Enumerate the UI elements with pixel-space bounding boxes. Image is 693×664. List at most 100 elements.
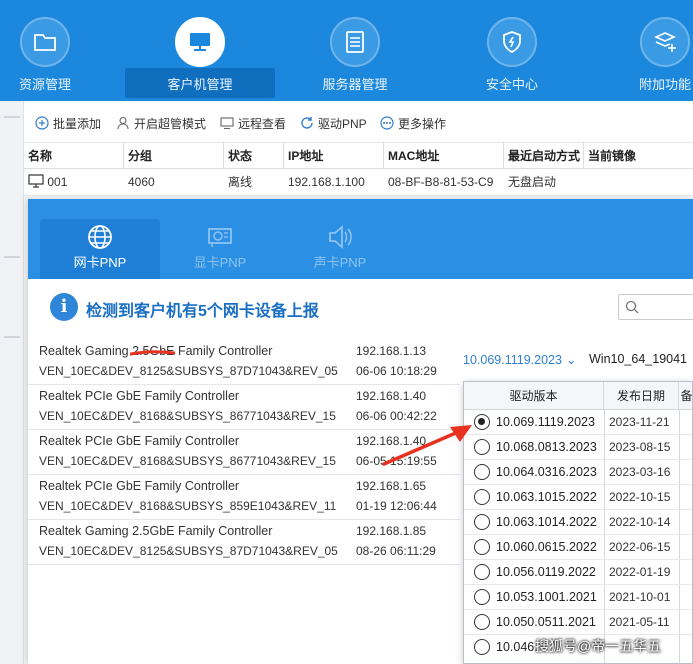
nic-name: Realtek PCIe GbE Family Controller xyxy=(39,389,240,403)
list-item[interactable]: Realtek Gaming 2.5GbE Family Controller … xyxy=(28,340,460,385)
super-mode-button[interactable]: 开启超管模式 xyxy=(116,115,206,132)
table-row[interactable]: 001 4060 离线 192.168.1.100 08-BF-B8-81-53… xyxy=(24,169,693,196)
layers-plus-icon xyxy=(640,17,690,67)
monitor-icon xyxy=(28,174,44,188)
version-number: 10.060.0615.2022 xyxy=(496,540,597,554)
nic-name: Realtek PCIe GbE Family Controller xyxy=(39,479,240,493)
tab-gpu-pnp[interactable]: 显卡PNP xyxy=(160,219,280,279)
user-icon xyxy=(117,116,129,130)
version-option[interactable]: 10.063.1015.2022 2022-10-15 xyxy=(464,485,692,510)
red-underline-annotation xyxy=(130,350,175,356)
nav-resource-management[interactable]: 资源管理 xyxy=(0,0,100,101)
version-option[interactable]: 10.068.0813.2023 2023-08-15 xyxy=(464,435,692,460)
nic-ip: 192.168.1.13 xyxy=(356,344,427,358)
radio-button[interactable] xyxy=(474,539,490,555)
os-version: Win10_64_19041 xyxy=(589,352,687,366)
search-input[interactable] xyxy=(618,294,693,320)
radio-button[interactable] xyxy=(474,514,490,530)
watermark: 搜狐号@帝一五华五 xyxy=(535,638,662,654)
col-release-date: 发布日期 xyxy=(604,382,679,410)
version-option[interactable]: 10.064.0316.2023 2023-03-16 xyxy=(464,460,692,485)
left-panel xyxy=(0,101,24,664)
col-current-image[interactable]: 当前镜像 xyxy=(584,143,693,169)
version-number: 10.050.0511.2021 xyxy=(496,615,596,629)
nav-client-management[interactable]: 客户机管理 xyxy=(125,0,275,101)
nav-label: 客户机管理 xyxy=(167,77,233,92)
radio-button[interactable] xyxy=(474,564,490,580)
version-option[interactable]: 10.050.0511.2021 2021-05-11 xyxy=(464,610,692,635)
list-item[interactable]: Realtek PCIe GbE Family Controller VEN_1… xyxy=(28,475,460,520)
tab-label: 网卡PNP xyxy=(73,255,127,270)
col-mac[interactable]: MAC地址 xyxy=(384,143,504,169)
monitor-icon xyxy=(175,17,225,67)
client-boot: 无盘启动 xyxy=(508,175,557,189)
gpu-icon xyxy=(208,228,232,247)
nic-hardware-id: VEN_10EC&DEV_8168&SUBSYS_859E1043&REV_11 xyxy=(39,499,337,513)
radio-button[interactable] xyxy=(474,589,490,605)
col-ip[interactable]: IP地址 xyxy=(284,143,384,169)
radio-button[interactable] xyxy=(474,614,490,630)
version-option[interactable]: 10.060.0615.2022 2022-06-15 xyxy=(464,535,692,560)
release-date: 2021-10-01 xyxy=(609,590,671,604)
col-group[interactable]: 分组 xyxy=(124,143,224,169)
nav-server-management[interactable]: 服务器管理 xyxy=(300,0,410,101)
version-option[interactable]: 10.069.1119.2023 2023-11-21 xyxy=(464,410,692,435)
remote-view-button[interactable]: 远程查看 xyxy=(220,115,286,132)
more-actions-label: 更多操作 xyxy=(398,117,447,131)
plus-circle-icon xyxy=(35,116,49,130)
version-option[interactable]: 10.053.1001.2021 2021-10-01 xyxy=(464,585,692,610)
shield-icon xyxy=(487,17,537,67)
radio-button[interactable] xyxy=(474,639,490,655)
panel-mark xyxy=(4,116,20,118)
release-date: 2022-10-15 xyxy=(609,490,671,504)
radio-button[interactable] xyxy=(474,464,490,480)
release-date: 2022-10-14 xyxy=(609,515,671,529)
nav-label: 附加功能 xyxy=(638,77,691,92)
version-number: 10.068.0813.2023 xyxy=(496,440,597,454)
version-option[interactable]: 10.056.0119.2022 2022-01-19 xyxy=(464,560,692,585)
list-item[interactable]: Realtek Gaming 2.5GbE Family Controller … xyxy=(28,520,460,565)
batch-add-button[interactable]: 批量添加 xyxy=(35,115,101,132)
panel-mark xyxy=(4,336,20,338)
radio-selected[interactable] xyxy=(474,414,490,430)
nav-additional-features[interactable]: 附加功能 xyxy=(610,0,693,101)
release-date: 2023-08-15 xyxy=(609,440,671,454)
panel-mark xyxy=(4,256,20,258)
radio-button[interactable] xyxy=(474,489,490,505)
nic-name: Realtek PCIe GbE Family Controller xyxy=(39,434,240,448)
nic-ip: 192.168.1.40 xyxy=(356,389,427,403)
nic-report-time: 01-19 12:06:44 xyxy=(356,499,437,513)
driver-pnp-button[interactable]: 驱动PNP xyxy=(300,115,367,132)
red-arrow-annotation xyxy=(382,425,472,466)
more-actions-button[interactable]: 更多操作 xyxy=(380,115,446,132)
globe-icon xyxy=(88,225,112,249)
release-date: 2023-11-21 xyxy=(609,415,670,429)
nav-security-center[interactable]: 安全中心 xyxy=(457,0,567,101)
tab-nic-pnp[interactable]: 网卡PNP xyxy=(40,219,160,279)
nic-report-time: 06-06 10:18:29 xyxy=(356,364,437,378)
radio-button[interactable] xyxy=(474,439,490,455)
col-status[interactable]: 状态 xyxy=(224,143,284,169)
driver-version-select[interactable]: 10.069.1119.2023 ⌄ xyxy=(463,352,576,367)
row-name-cell: 001 xyxy=(24,169,67,196)
nic-hardware-id: VEN_10EC&DEV_8168&SUBSYS_86771043&REV_15 xyxy=(39,454,336,468)
col-last-boot[interactable]: 最近启动方式 xyxy=(504,143,584,169)
remote-screen-icon xyxy=(220,117,234,130)
folder-icon xyxy=(20,17,70,67)
col-name[interactable]: 名称 xyxy=(24,143,124,169)
version-number: 10.053.1001.2021 xyxy=(496,590,597,604)
client-status: 离线 xyxy=(228,175,253,189)
release-date: 2022-01-19 xyxy=(609,565,671,579)
info-message: 检测到客户机有5个网卡设备上报 xyxy=(86,303,319,320)
client-group: 4060 xyxy=(128,175,155,189)
version-number: 10.063.1014.2022 xyxy=(496,515,597,529)
tab-sound-pnp[interactable]: 声卡PNP xyxy=(280,219,400,279)
version-option[interactable]: 10.063.1014.2022 2022-10-14 xyxy=(464,510,692,535)
chevron-down-icon: ⌄ xyxy=(565,353,577,367)
nic-ip: 192.168.1.65 xyxy=(356,479,427,493)
client-mac: 08-BF-B8-81-53-C9 xyxy=(388,175,494,189)
remote-view-label: 远程查看 xyxy=(238,117,287,131)
more-dots-icon xyxy=(380,116,394,130)
batch-add-label: 批量添加 xyxy=(53,117,102,131)
driver-version-dropdown: 驱动版本 发布日期 备 10.069.1119.2023 2023-11-21 … xyxy=(463,381,693,664)
